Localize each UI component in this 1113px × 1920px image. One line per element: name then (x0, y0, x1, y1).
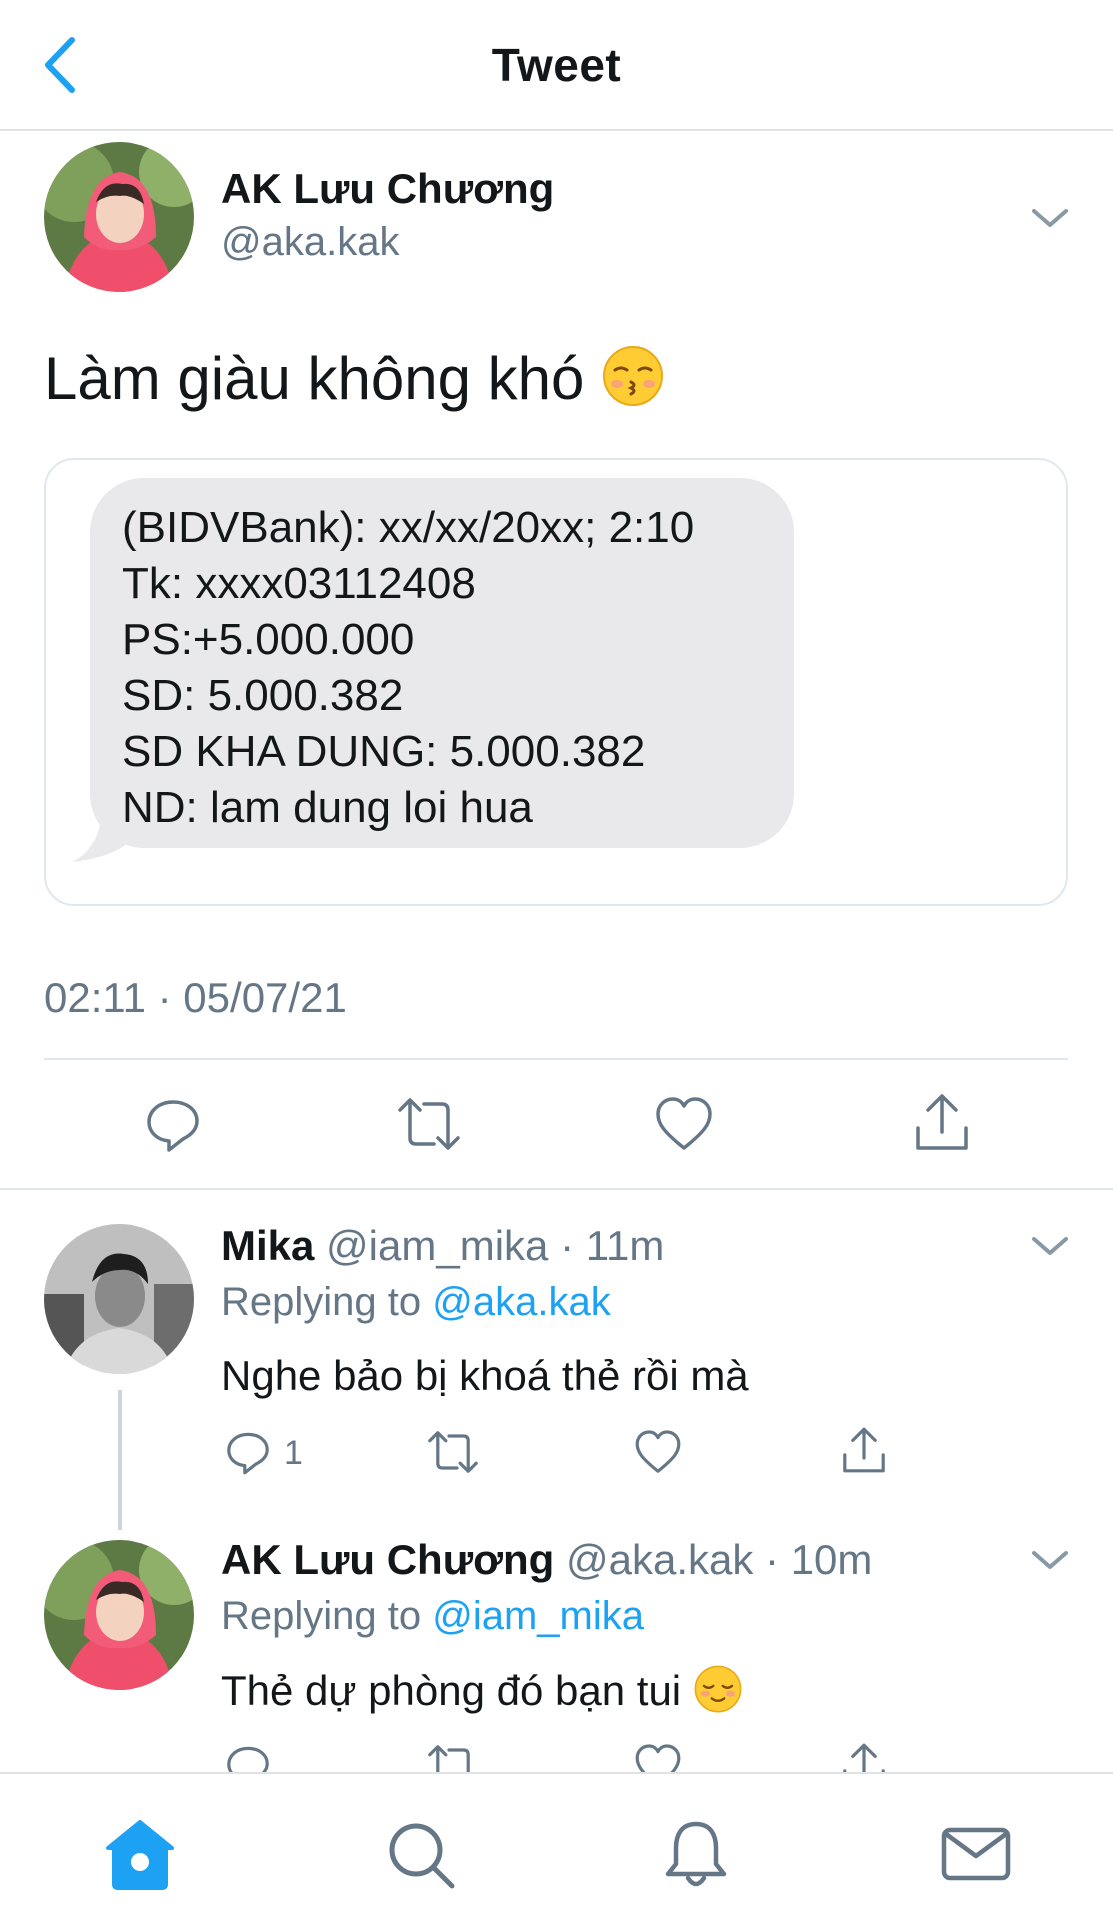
author-handle[interactable]: @aka.kak (221, 220, 399, 265)
retweet-icon (428, 1431, 478, 1473)
sms-line: (BIDVBank): xx/xx/20xx; 2:10 (122, 503, 695, 552)
thread-connector (118, 1390, 122, 1530)
sms-line: SD: 5.000.382 (122, 671, 404, 720)
chevron-down-icon (1032, 1551, 1068, 1569)
divider (44, 1058, 1068, 1060)
reply-author-handle[interactable]: @iam_mika (326, 1222, 548, 1269)
tweet-text-content: Làm giàu không khó (44, 345, 585, 412)
reply-author-name[interactable]: AK Lưu Chương (221, 1536, 554, 1583)
chevron-down-icon (1032, 1237, 1068, 1255)
tweet-text: Làm giàu không khó (44, 344, 665, 422)
reply-avatar[interactable] (44, 1540, 194, 1690)
tweet-timestamp: 02:11 · 05/07/21 (44, 974, 347, 1021)
tab-notifications[interactable] (656, 1814, 736, 1894)
kissing-face-emoji-icon (601, 344, 665, 422)
author-name[interactable]: AK Lưu Chương (221, 165, 554, 213)
reply-time: 11m (585, 1222, 665, 1269)
retweet-icon (398, 1098, 460, 1150)
reply-author-handle[interactable]: @aka.kak (566, 1536, 753, 1583)
sms-line: ND: lam dung loi hua (122, 783, 533, 832)
reply-icon (227, 1432, 269, 1475)
reply-button[interactable] (143, 1094, 203, 1154)
search-icon (389, 1823, 455, 1889)
tweet-options-button[interactable] (1028, 203, 1072, 233)
sms-line: PS:+5.000.000 (122, 615, 415, 664)
envelope-icon (941, 1827, 1011, 1881)
bottom-tab-bar (0, 1772, 1113, 1920)
reply-text: Nghe bảo bị khoá thẻ rồi mà (221, 1352, 749, 1399)
relieved-face-emoji-icon (693, 1664, 743, 1724)
reply-header: Mika @iam_mika · 11m (221, 1222, 664, 1270)
share-button[interactable] (912, 1090, 972, 1154)
retweet-button[interactable] (396, 1094, 462, 1154)
replying-to: Replying to @aka.kak (221, 1280, 611, 1325)
tab-messages[interactable] (936, 1814, 1016, 1894)
reply-options-button[interactable] (1028, 1231, 1072, 1261)
reply-author-name[interactable]: Mika (221, 1222, 314, 1269)
replying-to-label: Replying to (221, 1594, 422, 1638)
divider (0, 1188, 1113, 1190)
reply-button[interactable] (224, 1428, 272, 1476)
tab-home[interactable] (100, 1814, 180, 1894)
retweet-button[interactable] (426, 1428, 480, 1476)
bell-icon (665, 1821, 727, 1887)
sms-line: SD KHA DUNG: 5.000.382 (122, 727, 646, 776)
tweet-media-card[interactable]: (BIDVBank): xx/xx/20xx; 2:10 Tk: xxxx031… (44, 458, 1068, 906)
home-icon (106, 1820, 174, 1890)
separator-dot: · (560, 1222, 575, 1269)
replying-to-link[interactable]: @aka.kak (432, 1280, 610, 1324)
heart-icon (635, 1430, 681, 1473)
replying-to-label: Replying to (221, 1280, 422, 1324)
tab-search[interactable] (380, 1814, 460, 1894)
share-icon (916, 1094, 968, 1150)
sms-line: Tk: xxxx03112408 (122, 559, 476, 608)
reply-avatar[interactable] (44, 1224, 194, 1374)
reply-header: AK Lưu Chương @aka.kak · 10m (221, 1536, 872, 1584)
share-icon (843, 1427, 885, 1473)
reply-text-content: Thẻ dự phòng đó bạn tui (221, 1667, 682, 1715)
replying-to: Replying to @iam_mika (221, 1594, 644, 1639)
sms-bubble: (BIDVBank): xx/xx/20xx; 2:10 Tk: xxxx031… (90, 478, 794, 848)
author-avatar[interactable] (44, 142, 194, 292)
reply-count: 1 (284, 1434, 303, 1472)
like-button[interactable] (634, 1428, 682, 1476)
reply-time: 10m (790, 1536, 873, 1583)
like-button[interactable] (654, 1094, 714, 1154)
share-button[interactable] (840, 1424, 888, 1476)
reply-text: Thẻ dự phòng đó bạn tui (221, 1664, 743, 1724)
top-bar: Tweet (0, 0, 1113, 131)
heart-icon (656, 1097, 712, 1150)
page-title: Tweet (491, 39, 622, 91)
reply-icon (147, 1100, 199, 1152)
chevron-down-icon (1032, 209, 1068, 227)
separator-dot: · (765, 1536, 780, 1583)
reply-options-button[interactable] (1028, 1545, 1072, 1575)
replying-to-link[interactable]: @iam_mika (432, 1594, 644, 1638)
